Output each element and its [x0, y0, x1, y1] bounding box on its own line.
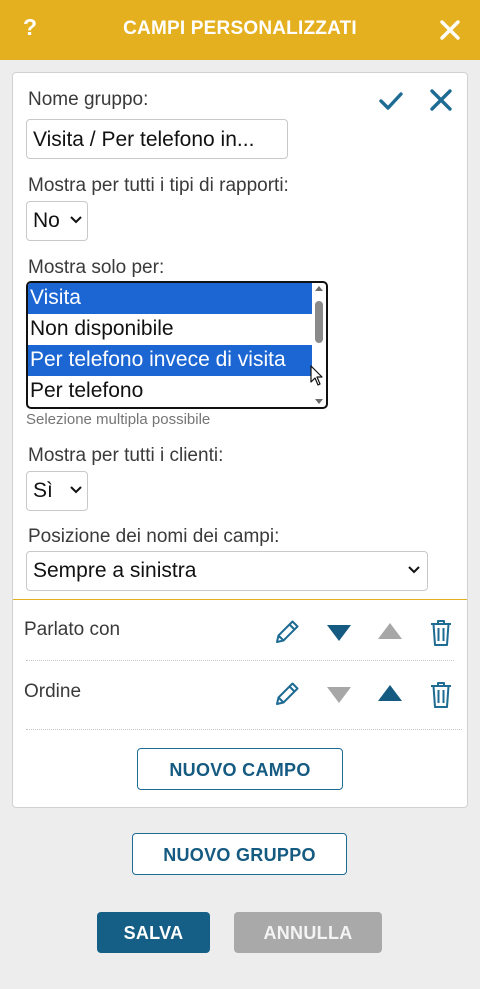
trash-icon[interactable] [429, 680, 453, 710]
show-all-report-types-select[interactable]: No [26, 201, 88, 241]
show-all-clients-select[interactable]: Sì [26, 471, 88, 511]
edit-pencil-icon[interactable] [272, 617, 302, 647]
show-only-for-listbox[interactable]: Visita Non disponibile Per telefono inve… [26, 281, 328, 409]
mouse-cursor-icon [310, 365, 323, 386]
show-all-clients-value: Sì [33, 479, 53, 502]
confirm-check-icon[interactable] [378, 89, 404, 113]
close-icon[interactable] [438, 18, 462, 42]
move-down-icon[interactable] [326, 623, 352, 643]
show-only-for-label: Mostra solo per: [28, 257, 165, 278]
chevron-down-icon [70, 216, 82, 224]
help-button[interactable]: ? [20, 14, 40, 41]
group-name-input[interactable]: Visita / Per telefono in... [26, 119, 288, 159]
field-name-ordine: Ordine [24, 681, 82, 702]
field-name-position-select[interactable]: Sempre a sinistra [26, 551, 428, 591]
chevron-down-icon [408, 566, 420, 574]
listbox-option-per-telefono-invece-di-visita[interactable]: Per telefono invece di visita [28, 345, 312, 376]
multi-select-hint: Selezione multipla possibile [26, 411, 211, 428]
move-up-icon[interactable] [377, 683, 403, 703]
section-divider [13, 599, 467, 600]
row-divider [26, 729, 462, 730]
listbox-option-non-disponibile[interactable]: Non disponibile [28, 314, 312, 345]
field-name-parlato-con: Parlato con [24, 619, 121, 640]
row-divider [26, 660, 454, 661]
show-all-clients-label: Mostra per tutti i clienti: [28, 445, 224, 466]
save-button[interactable]: SALVA [97, 912, 210, 953]
trash-icon[interactable] [429, 618, 453, 648]
field-name-position-label: Posizione dei nomi dei campi: [28, 526, 280, 547]
discard-x-icon[interactable] [429, 88, 453, 112]
group-editor-panel: Nome gruppo: Visita / Per telefono in...… [12, 72, 468, 808]
page-title: CAMPI PERSONALIZZATI [123, 18, 357, 39]
listbox-option-per-telefono[interactable]: Per telefono [28, 376, 312, 407]
new-group-button[interactable]: NUOVO GRUPPO [132, 833, 347, 875]
new-field-button[interactable]: NUOVO CAMPO [137, 748, 343, 790]
header-bar: ? CAMPI PERSONALIZZATI [0, 0, 480, 60]
edit-pencil-icon[interactable] [272, 679, 302, 709]
listbox-scroll-thumb[interactable] [315, 301, 323, 343]
field-name-position-value: Sempre a sinistra [33, 559, 197, 582]
chevron-down-icon [70, 486, 82, 494]
group-name-label: Nome gruppo: [28, 89, 149, 110]
move-down-icon-disabled [327, 687, 351, 703]
cancel-button[interactable]: ANNULLA [234, 912, 382, 953]
listbox-option-visita[interactable]: Visita [28, 283, 312, 314]
move-up-icon-disabled [378, 623, 402, 639]
show-all-report-types-label: Mostra per tutti i tipi di rapporti: [28, 175, 289, 196]
show-all-report-types-value: No [33, 209, 60, 232]
